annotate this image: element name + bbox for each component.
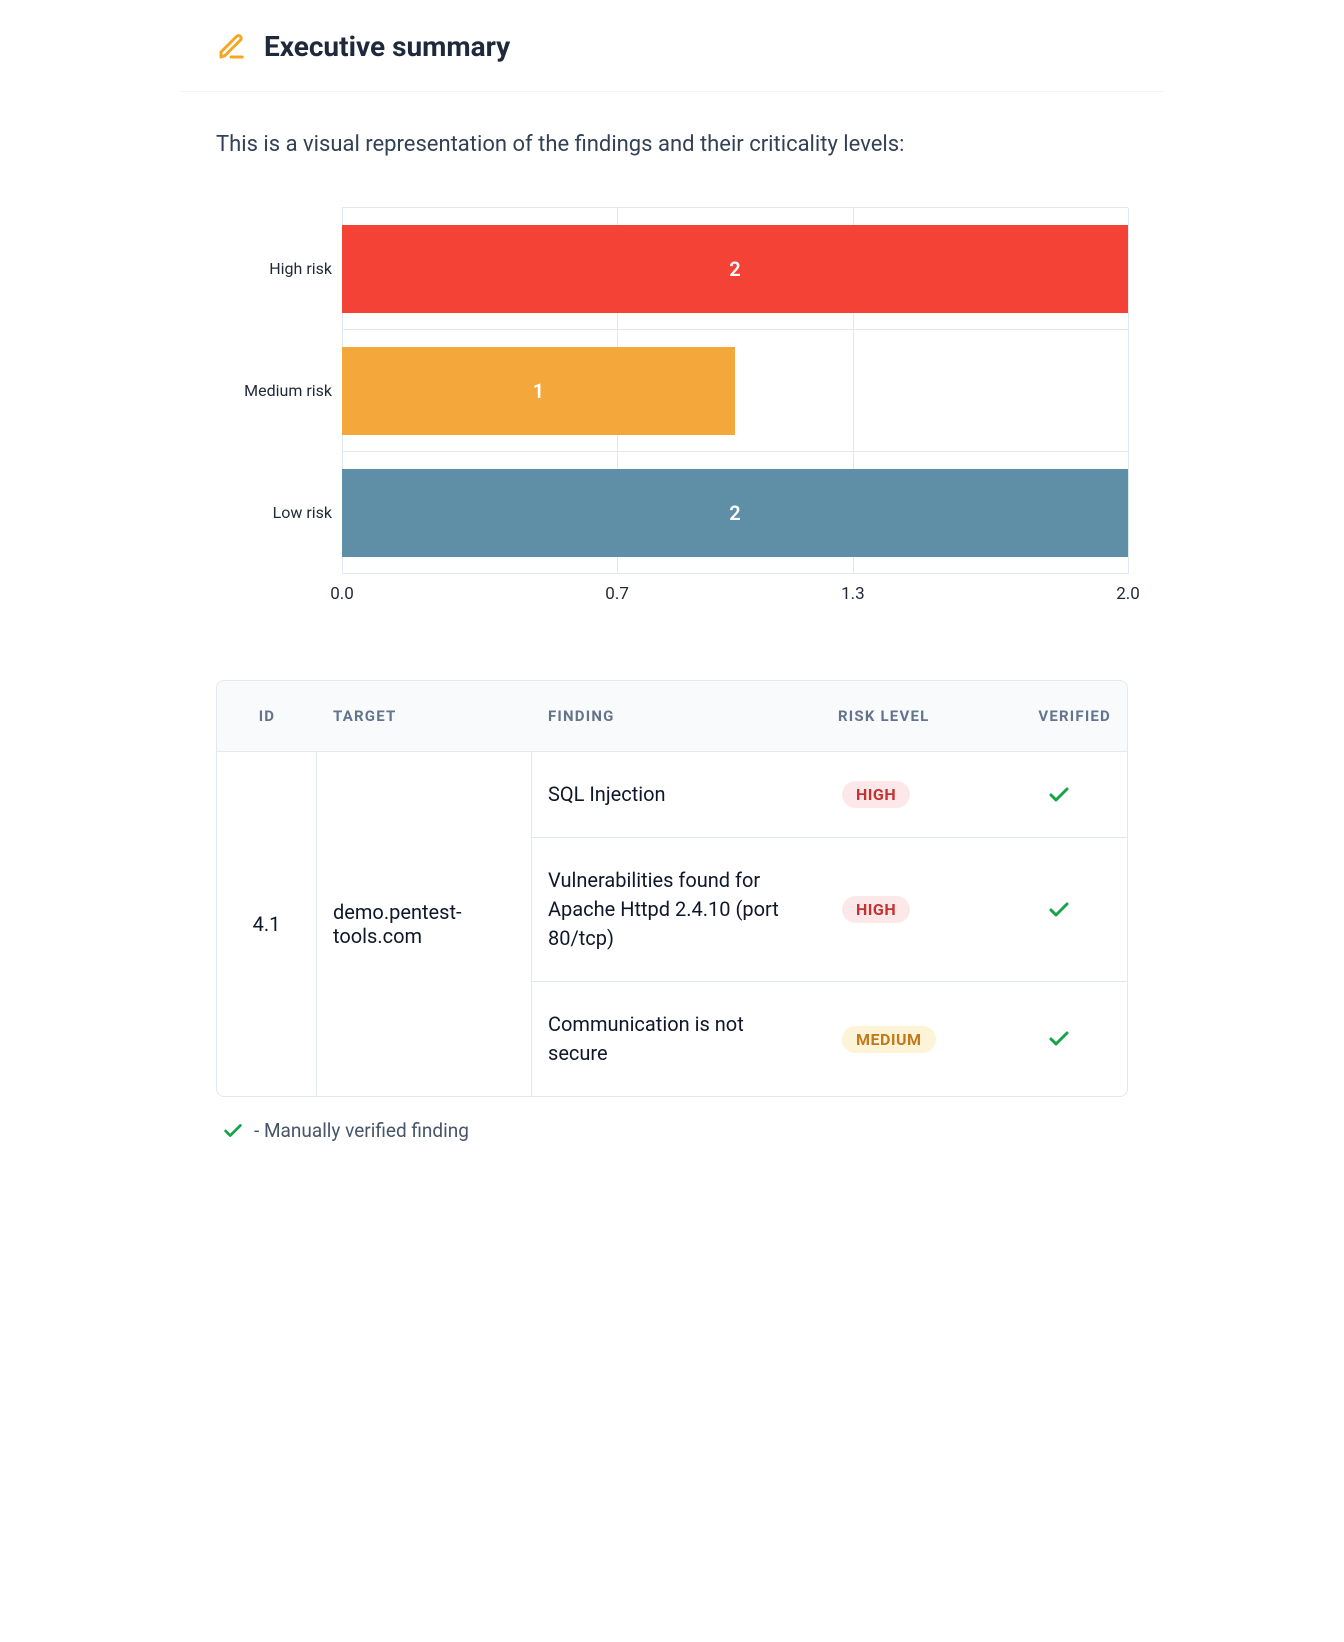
- risk-badge: MEDIUM: [842, 1026, 936, 1053]
- col-header-finding: FINDING: [532, 681, 822, 751]
- findings-table: ID TARGET FINDING RISK LEVEL VERIFIED 4.…: [216, 680, 1128, 1097]
- table-row: Communication is not secure MEDIUM: [532, 982, 1127, 1096]
- col-header-target: TARGET: [317, 681, 532, 751]
- chart-bar: 1: [342, 347, 735, 435]
- cell-verified: [1007, 982, 1127, 1096]
- edit-icon: [216, 32, 246, 62]
- chart-gridline: [1128, 208, 1129, 574]
- col-header-verified: VERIFIED: [1007, 681, 1127, 751]
- intro-text: This is a visual representation of the f…: [180, 92, 1164, 177]
- cell-id: 4.1: [217, 752, 317, 1096]
- table-legend: - Manually verified finding: [180, 1113, 1164, 1182]
- col-header-id: ID: [217, 681, 317, 751]
- chart-x-tick: 1.3: [841, 584, 865, 604]
- chart-bar: 2: [342, 225, 1128, 313]
- table-body: 4.1 demo.pentest-tools.com SQL Injection…: [217, 752, 1127, 1096]
- chart-x-tick: 0.0: [330, 584, 354, 604]
- chart-row: Medium risk1: [342, 330, 1128, 452]
- risk-badge: HIGH: [842, 896, 910, 923]
- section-title: Executive summary: [264, 30, 510, 63]
- chart-row: High risk2: [342, 208, 1128, 330]
- checkmark-icon: [1047, 1027, 1071, 1051]
- cell-verified: [1007, 752, 1127, 837]
- chart-x-tick: 2.0: [1116, 584, 1140, 604]
- cell-finding: SQL Injection: [532, 752, 822, 837]
- cell-risk-level: MEDIUM: [822, 982, 1007, 1096]
- cell-risk-level: HIGH: [822, 752, 1007, 837]
- chart-bar: 2: [342, 469, 1128, 557]
- chart-category-label: High risk: [216, 259, 332, 278]
- checkmark-icon: [222, 1120, 244, 1142]
- checkmark-icon: [1047, 898, 1071, 922]
- cell-finding: Communication is not secure: [532, 982, 822, 1096]
- table-header-row: ID TARGET FINDING RISK LEVEL VERIFIED: [217, 681, 1127, 752]
- checkmark-icon: [1047, 783, 1071, 807]
- cell-target: demo.pentest-tools.com: [317, 752, 532, 1096]
- chart-row: Low risk2: [342, 452, 1128, 574]
- executive-summary-page: Executive summary This is a visual repre…: [180, 0, 1164, 1182]
- table-row: SQL Injection HIGH: [532, 752, 1127, 838]
- cell-verified: [1007, 838, 1127, 981]
- cell-finding: Vulnerabilities found for Apache Httpd 2…: [532, 838, 822, 981]
- chart-category-label: Low risk: [216, 503, 332, 522]
- legend-text: - Manually verified finding: [254, 1119, 469, 1142]
- chart-x-tick: 0.7: [605, 584, 629, 604]
- chart-category-label: Medium risk: [216, 381, 332, 400]
- table-row: Vulnerabilities found for Apache Httpd 2…: [532, 838, 1127, 982]
- cell-risk-level: HIGH: [822, 838, 1007, 981]
- risk-badge: HIGH: [842, 781, 910, 808]
- criticality-bar-chart: High risk2Medium risk1Low risk2 0.00.71.…: [180, 177, 1164, 630]
- col-header-risk: RISK LEVEL: [822, 681, 1007, 751]
- section-header: Executive summary: [180, 0, 1164, 92]
